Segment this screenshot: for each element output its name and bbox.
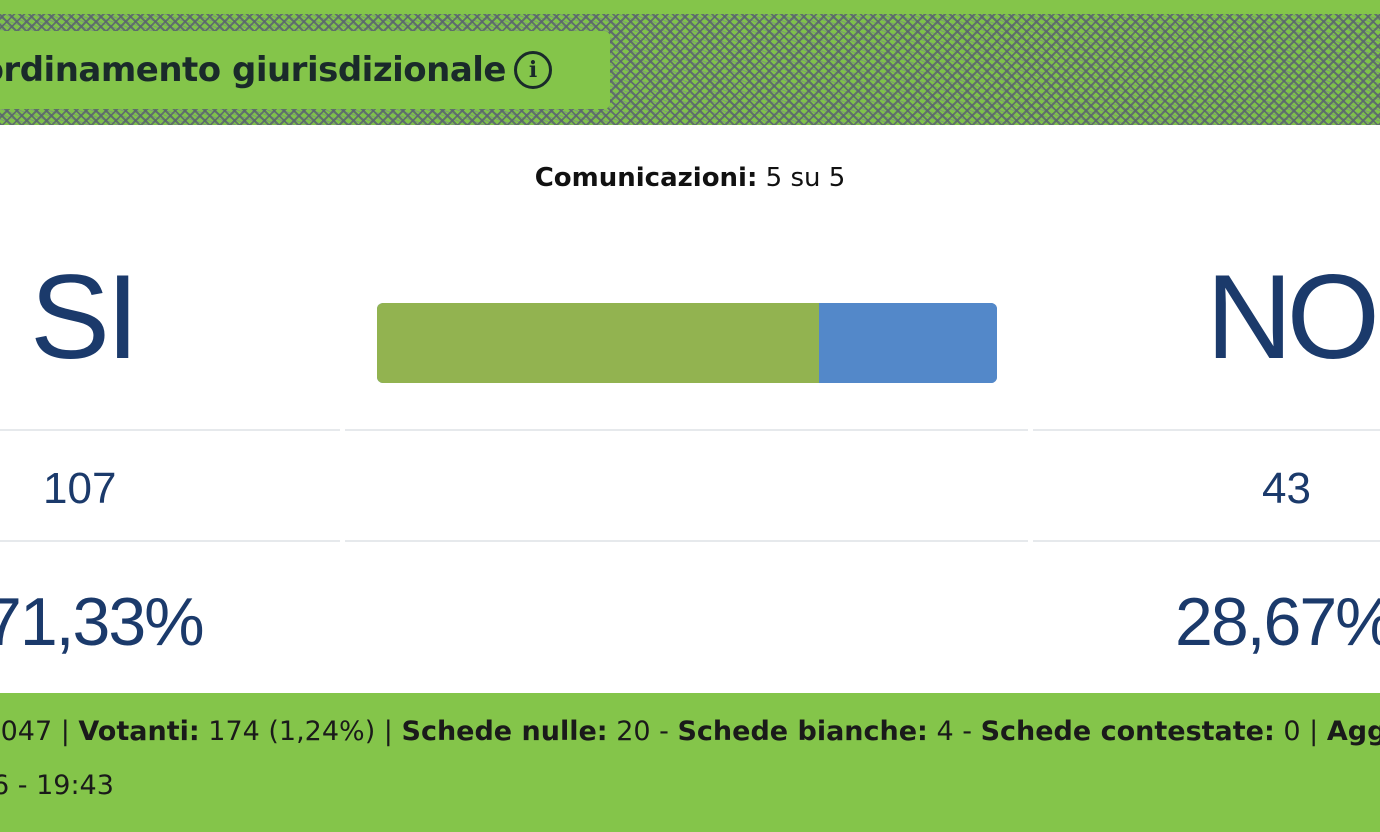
nulle-label: Schede nulle: (401, 716, 608, 747)
no-label: NO (1206, 250, 1380, 384)
communications-value: 5 su 5 (765, 163, 846, 193)
footer-update-time: 6 - 19:43 (0, 770, 114, 801)
contestate-label: Schede contestate: (980, 716, 1275, 747)
header-top-strip (0, 0, 1380, 14)
no-percent: 28,67% (1175, 584, 1380, 660)
page-title: o ordinamento giurisdizionale (0, 50, 506, 90)
result-bar (377, 303, 997, 383)
bianche-value: 4 - (936, 716, 972, 747)
no-bar-segment (819, 303, 997, 383)
bianche-label: Schede bianche: (677, 716, 928, 747)
elettori-value: .047 | (0, 716, 70, 747)
votanti-label: Votanti: (78, 716, 200, 747)
si-votes: 107 (43, 464, 117, 513)
communications-line: Comunicazioni: 5 su 5 (0, 163, 1380, 193)
divider-left-1 (0, 429, 340, 431)
si-label: SI (30, 250, 139, 384)
info-icon[interactable]: i (514, 51, 552, 89)
footer-stats: .047 | Votanti: 174 (1,24%) | Schede nul… (0, 693, 1380, 832)
nulle-value: 20 - (616, 716, 669, 747)
aggiornamento-label: Aggiornamento (1326, 716, 1380, 747)
title-box: o ordinamento giurisdizionale i (0, 31, 610, 109)
header-banner: o ordinamento giurisdizionale i (0, 0, 1380, 125)
divider-center-1 (345, 429, 1028, 431)
communications-label: Comunicazioni: (534, 163, 758, 193)
votanti-value: 174 (1,24%) | (208, 716, 393, 747)
footer-stats-line: .047 | Votanti: 174 (1,24%) | Schede nul… (0, 715, 1380, 749)
divider-right-1 (1033, 429, 1380, 431)
divider-right-2 (1033, 540, 1380, 542)
divider-left-2 (0, 540, 340, 542)
contestate-value: 0 | (1283, 716, 1319, 747)
si-percent: 71,33% (0, 584, 205, 660)
divider-center-2 (345, 540, 1028, 542)
si-bar-segment (377, 303, 820, 383)
no-votes: 43 (1262, 464, 1311, 513)
